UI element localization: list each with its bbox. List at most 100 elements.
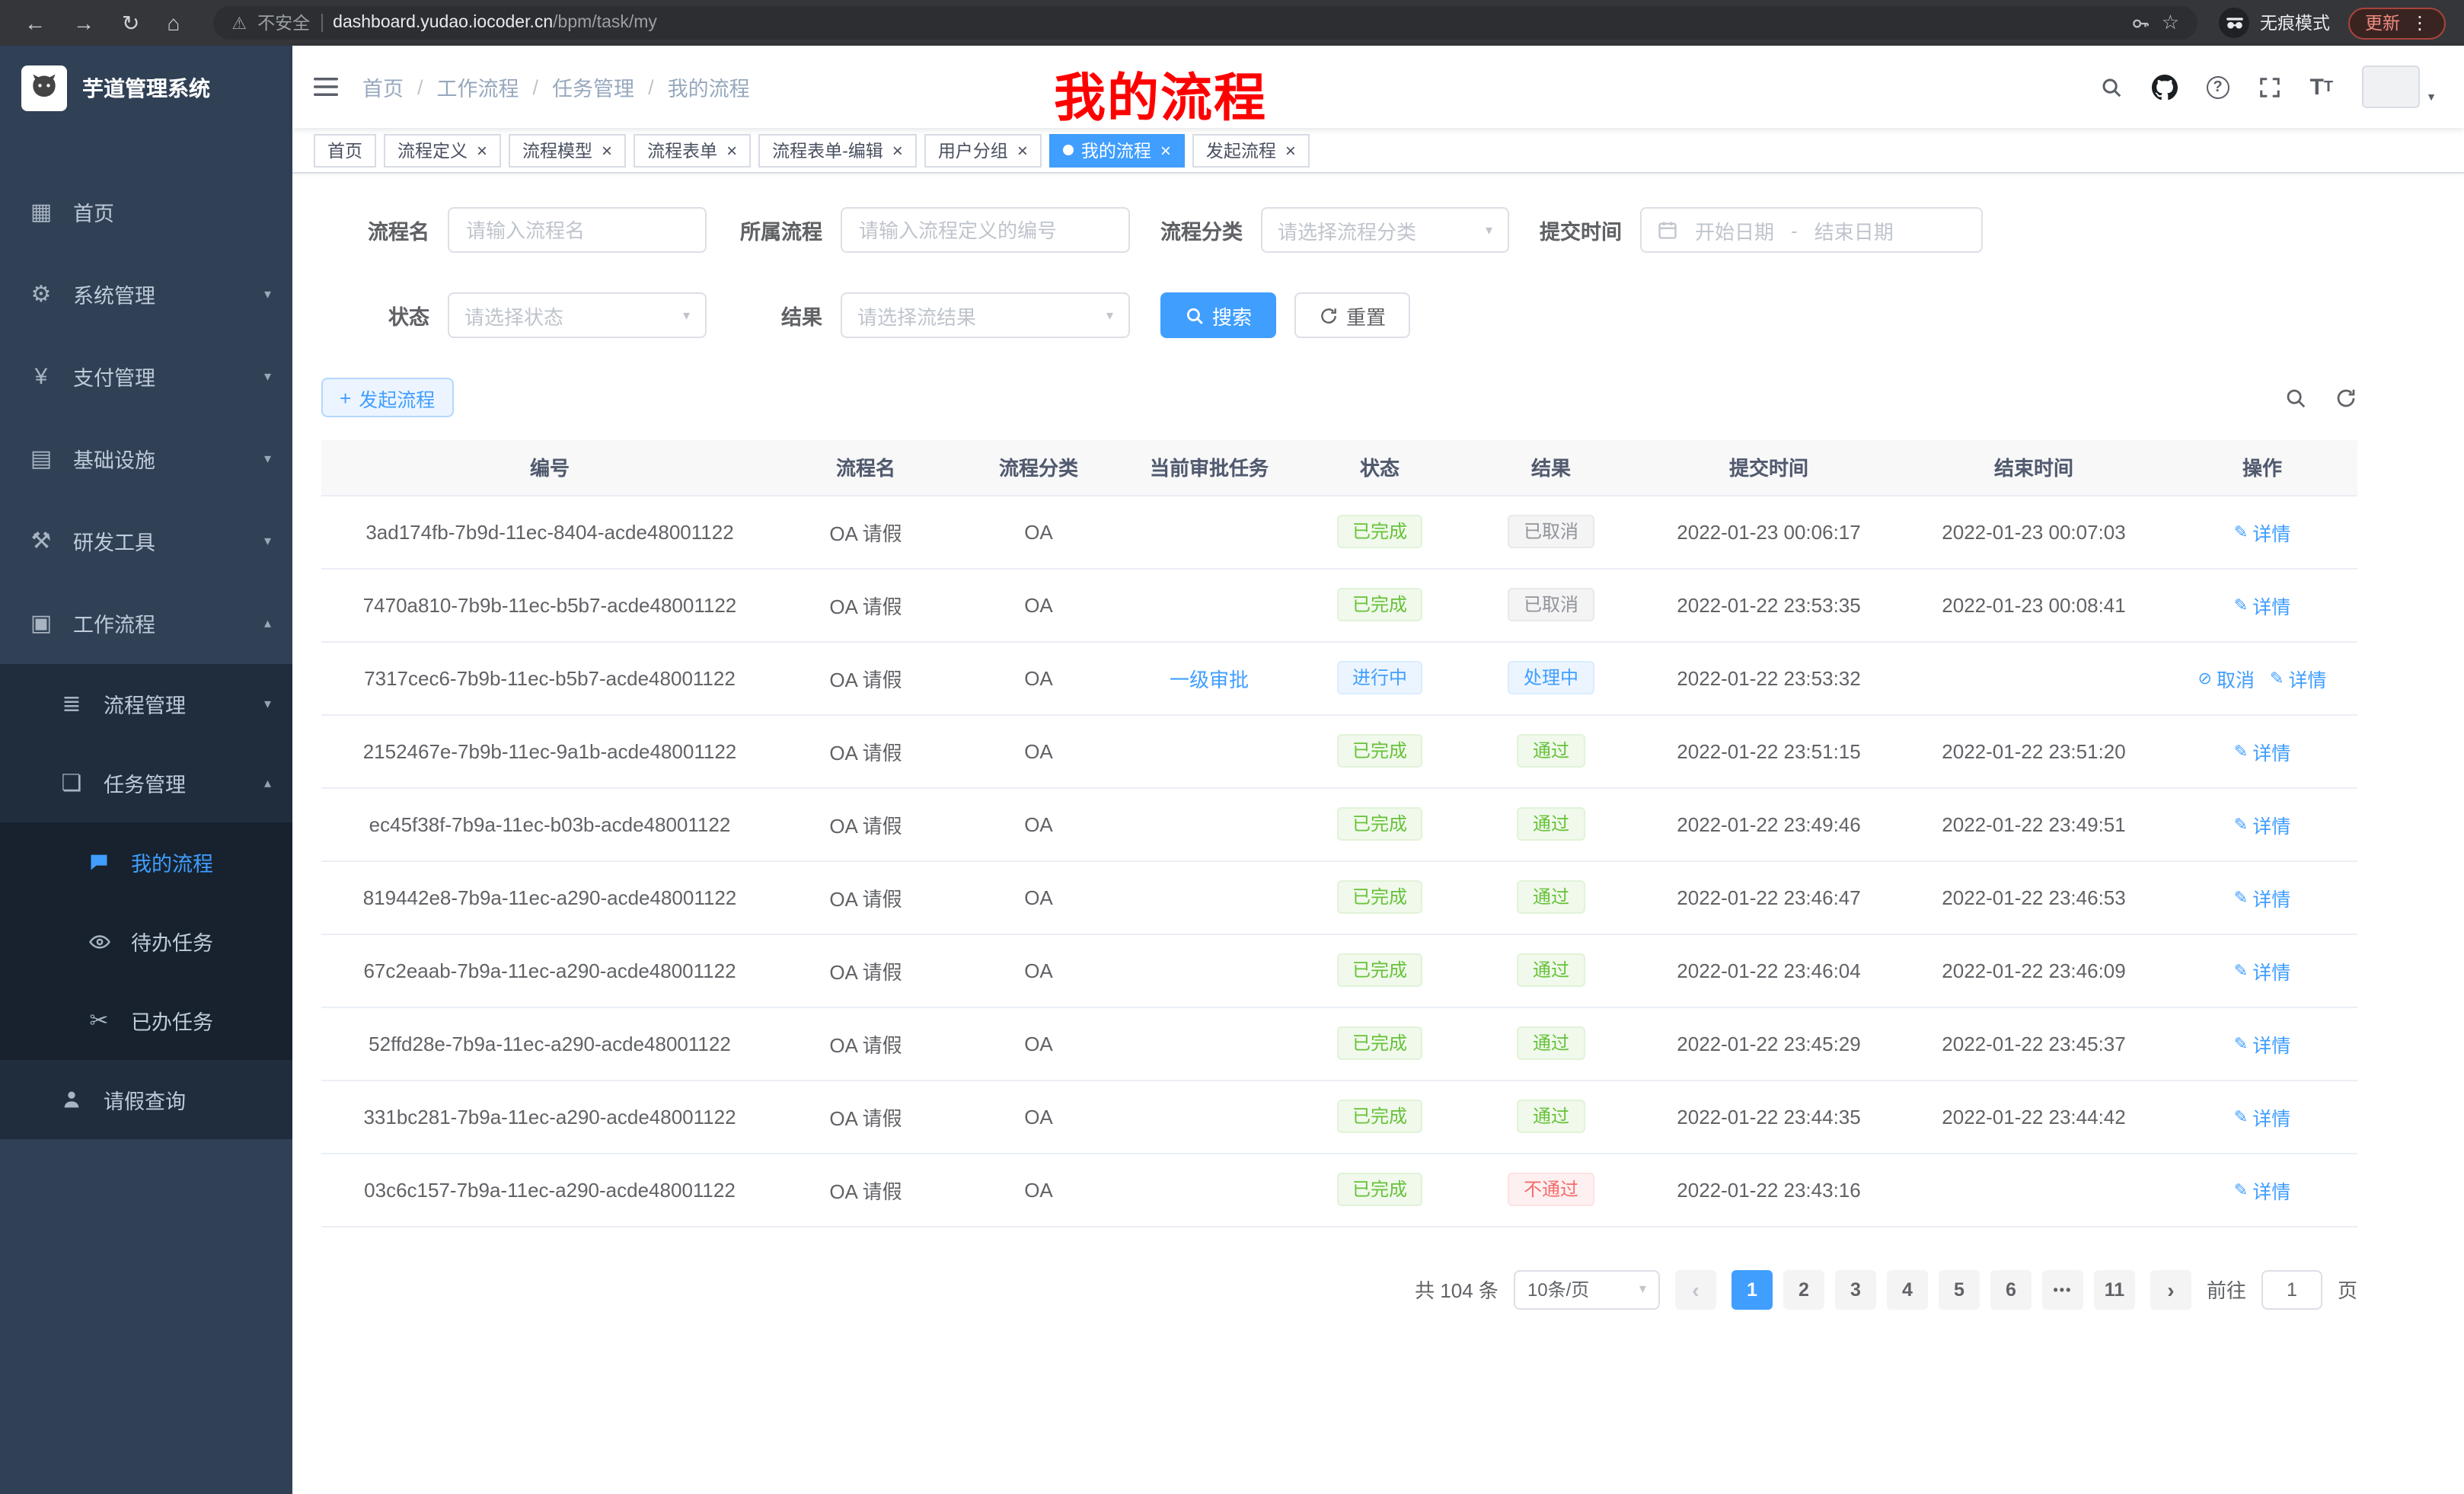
- close-icon[interactable]: ×: [1160, 141, 1171, 159]
- tab-process-form-edit[interactable]: 流程表单-编辑×: [758, 133, 917, 167]
- table-row: 67c2eaab-7b9a-11ec-a290-acde48001122OA 请…: [321, 934, 2357, 1007]
- hamburger-icon[interactable]: [314, 76, 338, 97]
- tab-process-form[interactable]: 流程表单×: [634, 133, 751, 167]
- detail-link[interactable]: ✎详情: [2234, 1102, 2290, 1131]
- address-bar[interactable]: ⚠ 不安全 dashboard.yudao.iocoder.cn/bpm/tas…: [213, 6, 2197, 40]
- sidebar-item-my-process[interactable]: 我的流程: [0, 822, 292, 902]
- tab-user-group[interactable]: 用户分组×: [924, 133, 1042, 167]
- sidebar-item-task-mgmt[interactable]: ❏任务管理▴: [0, 743, 292, 822]
- forward-icon[interactable]: →: [73, 12, 94, 34]
- detail-link[interactable]: ✎详情: [2234, 1175, 2290, 1204]
- cancel-link[interactable]: ⊘取消: [2198, 663, 2255, 692]
- fullscreen-icon[interactable]: [2258, 75, 2281, 98]
- back-icon[interactable]: ←: [24, 12, 46, 34]
- actions-cell: ✎详情: [2167, 495, 2357, 568]
- detail-link[interactable]: ✎详情: [2234, 736, 2290, 765]
- refresh-icon[interactable]: [2335, 386, 2357, 409]
- font-size-icon[interactable]: TT: [2310, 74, 2334, 100]
- create-process-button[interactable]: + 发起流程: [321, 378, 453, 417]
- action-label: 详情: [2252, 736, 2290, 765]
- github-icon[interactable]: [2152, 74, 2178, 100]
- sidebar-item-infrastructure[interactable]: ▤基础设施▾: [0, 417, 292, 500]
- user-menu[interactable]: ▼: [2362, 65, 2437, 108]
- more-pages-button[interactable]: •••: [2042, 1269, 2083, 1309]
- tab-process-model[interactable]: 流程模型×: [509, 133, 626, 167]
- prev-page-button[interactable]: ‹: [1675, 1269, 1716, 1309]
- result-select[interactable]: 请选择流结果 ▾: [841, 292, 1130, 338]
- chevron-up-icon: ▴: [264, 615, 271, 631]
- sidebar-item-todo-tasks[interactable]: 待办任务: [0, 902, 292, 981]
- status-select[interactable]: 请选择状态 ▾: [448, 292, 707, 338]
- detail-link[interactable]: ✎详情: [2234, 883, 2290, 911]
- end-time-cell: 2022-01-23 00:08:41: [1901, 568, 2167, 641]
- browser-menu-icon[interactable]: ⋮: [2411, 12, 2429, 34]
- next-page-button[interactable]: ›: [2150, 1269, 2191, 1309]
- search-button[interactable]: 搜索: [1160, 292, 1276, 338]
- page-number-6[interactable]: 6: [1990, 1269, 2032, 1309]
- reset-button[interactable]: 重置: [1294, 292, 1410, 338]
- filter-result: 结果 请选择流结果 ▾: [737, 292, 1130, 338]
- result-badge: 处理中: [1508, 661, 1594, 694]
- breadcrumb-item[interactable]: 工作流程: [437, 72, 519, 102]
- tab-home[interactable]: 首页: [314, 133, 376, 167]
- sidebar-item-payment[interactable]: ¥支付管理▾: [0, 335, 292, 417]
- sidebar-item-devtools[interactable]: ⚒研发工具▾: [0, 500, 292, 582]
- date-range-picker[interactable]: 开始日期 - 结束日期: [1640, 207, 1983, 253]
- tab-my-process[interactable]: 我的流程×: [1049, 133, 1185, 167]
- sidebar-item-label: 流程管理: [104, 688, 264, 719]
- chat-icon: [85, 851, 113, 873]
- tab-start-process[interactable]: 发起流程×: [1192, 133, 1310, 167]
- app-logo[interactable]: 芋道管理系统: [0, 46, 292, 131]
- current-task-link[interactable]: 一级审批: [1170, 668, 1249, 691]
- page-number-5[interactable]: 5: [1939, 1269, 1980, 1309]
- detail-link[interactable]: ✎详情: [2234, 1029, 2290, 1058]
- detail-link[interactable]: ✎详情: [2234, 590, 2290, 619]
- sidebar-item-process-mgmt[interactable]: ≣流程管理▾: [0, 664, 292, 743]
- page-number-1[interactable]: 1: [1732, 1269, 1773, 1309]
- filter-process-definition: 所属流程: [737, 207, 1130, 253]
- goto-page-input[interactable]: 1: [2261, 1269, 2322, 1309]
- process-definition-input[interactable]: [841, 207, 1130, 253]
- breadcrumb-item[interactable]: 任务管理: [552, 72, 634, 102]
- close-icon[interactable]: ×: [602, 141, 612, 159]
- sidebar-item-home[interactable]: ▦首页: [0, 171, 292, 253]
- result-cell: 通过: [1465, 860, 1637, 934]
- end-time-cell: 2022-01-22 23:51:20: [1901, 714, 2167, 787]
- detail-link[interactable]: ✎详情: [2270, 663, 2326, 692]
- page-size-select[interactable]: 10条/页 ▾: [1514, 1269, 1660, 1309]
- category-select[interactable]: 请选择流程分类 ▾: [1261, 207, 1509, 253]
- reload-icon[interactable]: ↻: [122, 12, 139, 34]
- sidebar-item-leave-query[interactable]: 请假查询: [0, 1060, 292, 1139]
- detail-link[interactable]: ✎详情: [2234, 809, 2290, 838]
- sidebar-item-system[interactable]: ⚙系统管理▾: [0, 253, 292, 335]
- page-number-3[interactable]: 3: [1835, 1269, 1876, 1309]
- process-name-input[interactable]: [448, 207, 707, 253]
- page-number-4[interactable]: 4: [1887, 1269, 1928, 1309]
- page-number-2[interactable]: 2: [1783, 1269, 1824, 1309]
- bookmark-star-icon[interactable]: ☆: [2162, 11, 2179, 35]
- search-icon[interactable]: [2100, 75, 2123, 98]
- page-number-11[interactable]: 11: [2094, 1269, 2135, 1309]
- status-badge: 已完成: [1337, 1100, 1422, 1133]
- sidebar-item-workflow[interactable]: ▣工作流程▴: [0, 582, 292, 664]
- edit-icon: ✎: [2270, 668, 2284, 688]
- sidebar-item-done-tasks[interactable]: ✂已办任务: [0, 981, 292, 1060]
- close-icon[interactable]: ×: [1285, 141, 1296, 159]
- process-id-cell: 67c2eaab-7b9a-11ec-a290-acde48001122: [321, 934, 778, 1007]
- close-icon[interactable]: ×: [1017, 141, 1028, 159]
- end-time-cell: 2022-01-22 23:46:09: [1901, 934, 2167, 1007]
- chevron-down-icon: ▾: [264, 450, 271, 467]
- detail-link[interactable]: ✎详情: [2234, 956, 2290, 985]
- close-icon[interactable]: ×: [892, 141, 903, 159]
- browser-home-icon[interactable]: ⌂: [167, 12, 180, 34]
- close-icon[interactable]: ×: [726, 141, 737, 159]
- help-icon[interactable]: ?: [2207, 75, 2229, 98]
- key-icon[interactable]: [2131, 13, 2151, 33]
- search-toggle-icon[interactable]: [2284, 386, 2307, 409]
- tab-process-definition[interactable]: 流程定义×: [384, 133, 501, 167]
- close-icon[interactable]: ×: [477, 141, 487, 159]
- update-button[interactable]: 更新 ⋮: [2348, 7, 2446, 39]
- detail-link[interactable]: ✎详情: [2234, 517, 2290, 546]
- table-header-row: 编号流程名流程分类当前审批任务状态结果提交时间结束时间操作: [321, 440, 2357, 495]
- breadcrumb-item[interactable]: 首页: [362, 72, 404, 102]
